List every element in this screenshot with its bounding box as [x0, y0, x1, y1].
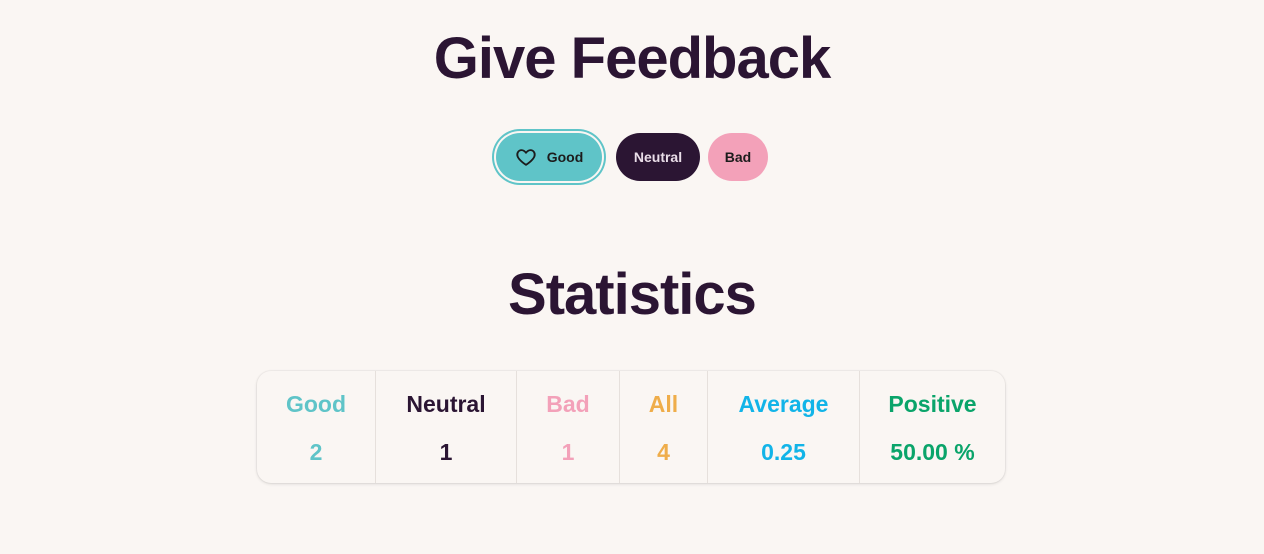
page-title: Give Feedback [433, 26, 831, 91]
stat-value: 1 [439, 439, 453, 465]
stat-value: 2 [309, 439, 323, 465]
stat-all: All 4 [620, 371, 708, 483]
stat-neutral: Neutral 1 [376, 371, 517, 483]
stat-average: Average 0.25 [708, 371, 860, 483]
stat-positive: Positive 50.00 % [860, 371, 1005, 483]
feedback-button-group: Good Neutral Bad [0, 133, 1264, 181]
stat-label: Good [285, 391, 347, 417]
bad-button[interactable]: Bad [708, 133, 768, 181]
stat-value: 4 [657, 439, 670, 465]
stat-label: Bad [546, 391, 590, 417]
statistics-title: Statistics [508, 262, 757, 327]
stat-good: Good 2 [257, 371, 376, 483]
statistics-table: Good 2 Neutral 1 Bad 1 All 4 Average 0.2… [257, 371, 1005, 483]
feedback-page: Give Feedback Good Neutral Bad Statistic… [0, 0, 1264, 554]
stat-value: 0.25 [761, 439, 806, 465]
heart-icon [515, 146, 537, 168]
stat-value: 50.00 % [890, 439, 975, 465]
stat-label: Neutral [406, 391, 486, 417]
stat-label: All [648, 391, 679, 417]
neutral-button[interactable]: Neutral [616, 133, 700, 181]
stat-label: Average [738, 391, 829, 417]
stat-value: 1 [561, 439, 575, 465]
good-button[interactable]: Good [496, 133, 602, 181]
good-button-label: Good [546, 149, 584, 165]
stat-label: Positive [888, 391, 977, 417]
stat-bad: Bad 1 [517, 371, 620, 483]
